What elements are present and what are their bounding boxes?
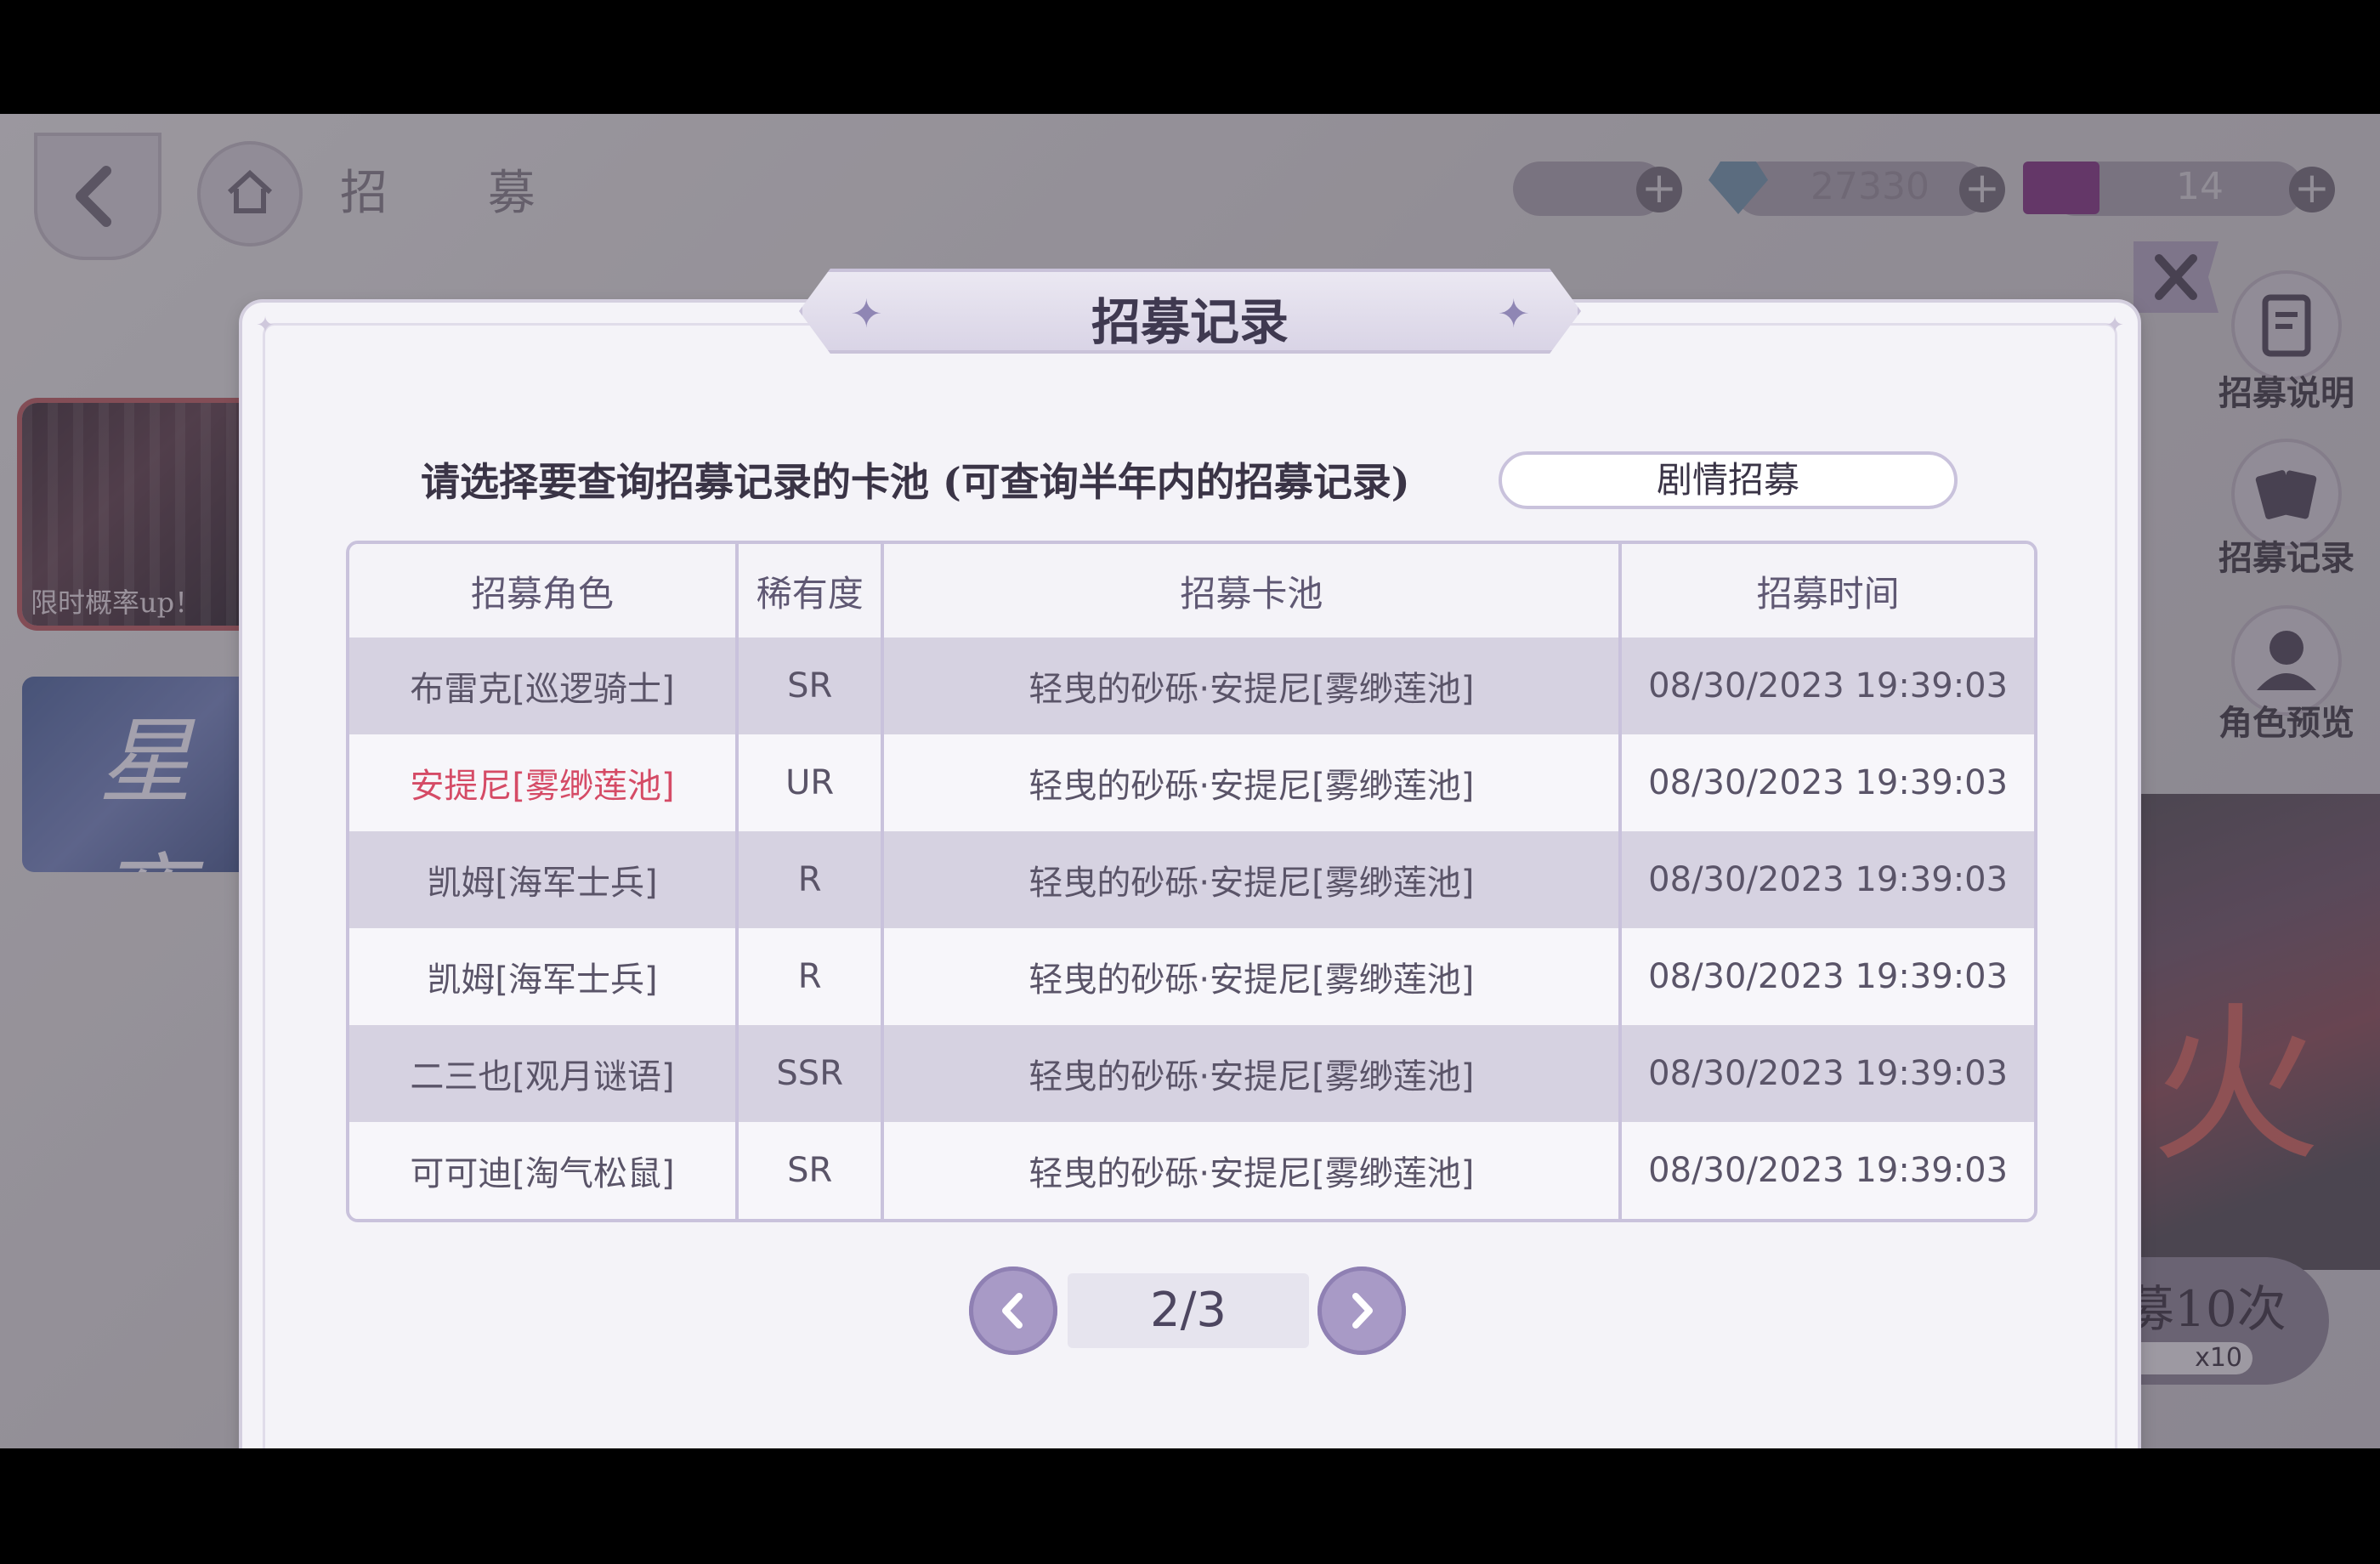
cell-character: 安提尼[雾缈莲池] (349, 734, 739, 831)
cell-pool: 轻曳的砂砾·安提尼[雾缈莲池] (884, 831, 1623, 928)
cell-rarity: R (738, 831, 885, 928)
chevron-left-icon (1002, 1293, 1023, 1329)
cell-time: 08/30/2023 19:39:03 (1622, 1025, 2034, 1122)
cell-pool: 轻曳的砂砾·安提尼[雾缈莲池] (884, 734, 1623, 831)
pool-prompt: 请选择要查询招募记录的卡池 (可查询半年内的招募记录) (421, 459, 1410, 505)
corner-ornament: ✦ (2105, 313, 2124, 338)
col-time: 招募时间 (1622, 544, 2034, 638)
cell-rarity: SSR (738, 1025, 885, 1122)
record-table: 招募角色 稀有度 招募卡池 招募时间 布雷克[巡逻骑士] SR 轻曳的砂砾·安提… (346, 541, 2037, 1222)
cell-time: 08/30/2023 19:39:03 (1622, 1122, 2034, 1219)
top-letterbox (0, 0, 2380, 114)
game-screen: 招 募 + 27330 + 14 + 限时概率up！ 星夜 招募说明 招募记录 (0, 114, 2380, 1448)
chevron-right-icon (1352, 1293, 1373, 1329)
dialog-title-plate: ✦ ✦ 招募记录 (799, 269, 1581, 354)
recruit-record-dialog: ✦ ✦ ✦ ✦ ✦ ✦ 招募记录 请选择要查询招募记录的卡池 (可查询半年内的招… (242, 269, 2138, 1448)
cell-rarity: SR (738, 1122, 885, 1219)
table-row: 可可迪[淘气松鼠] SR 轻曳的砂砾·安提尼[雾缈莲池] 08/30/2023 … (349, 1122, 2034, 1219)
cell-time: 08/30/2023 19:39:03 (1622, 638, 2034, 734)
cell-character: 凯姆[海军士兵] (349, 928, 739, 1025)
cell-pool: 轻曳的砂砾·安提尼[雾缈莲池] (884, 928, 1623, 1025)
cell-character: 布雷克[巡逻骑士] (349, 638, 739, 734)
table-header-row: 招募角色 稀有度 招募卡池 招募时间 (349, 544, 2034, 638)
pool-dropdown[interactable]: 剧情招募 (1499, 451, 1958, 509)
cell-rarity: UR (738, 734, 885, 831)
cell-time: 08/30/2023 19:39:03 (1622, 734, 2034, 831)
cell-time: 08/30/2023 19:39:03 (1622, 928, 2034, 1025)
next-page-button[interactable] (1318, 1266, 1406, 1355)
table-row: 凯姆[海军士兵] R 轻曳的砂砾·安提尼[雾缈莲池] 08/30/2023 19… (349, 831, 2034, 928)
page-indicator: 2/3 (1068, 1273, 1309, 1348)
cell-character: 凯姆[海军士兵] (349, 831, 739, 928)
bottom-letterbox (0, 1448, 2380, 1564)
cell-pool: 轻曳的砂砾·安提尼[雾缈莲池] (884, 1122, 1623, 1219)
cell-rarity: SR (738, 638, 885, 734)
col-rarity: 稀有度 (738, 544, 885, 638)
cell-pool: 轻曳的砂砾·安提尼[雾缈莲池] (884, 1025, 1623, 1122)
cell-time: 08/30/2023 19:39:03 (1622, 831, 2034, 928)
dialog-title: 招募记录 (1091, 293, 1289, 351)
pagination: 2/3 (969, 1266, 1411, 1360)
prev-page-button[interactable] (969, 1266, 1057, 1355)
cell-character: 可可迪[淘气松鼠] (349, 1122, 739, 1219)
corner-ornament: ✦ (256, 313, 275, 338)
col-character: 招募角色 (349, 544, 739, 638)
table-row: 凯姆[海军士兵] R 轻曳的砂砾·安提尼[雾缈莲池] 08/30/2023 19… (349, 928, 2034, 1025)
table-row: 安提尼[雾缈莲池] UR 轻曳的砂砾·安提尼[雾缈莲池] 08/30/2023 … (349, 734, 2034, 831)
table-row: 布雷克[巡逻骑士] SR 轻曳的砂砾·安提尼[雾缈莲池] 08/30/2023 … (349, 638, 2034, 734)
table-row: 二三也[观月谜语] SSR 轻曳的砂砾·安提尼[雾缈莲池] 08/30/2023… (349, 1025, 2034, 1122)
col-pool: 招募卡池 (884, 544, 1623, 638)
cell-pool: 轻曳的砂砾·安提尼[雾缈莲池] (884, 638, 1623, 734)
cell-rarity: R (738, 928, 885, 1025)
cell-character: 二三也[观月谜语] (349, 1025, 739, 1122)
